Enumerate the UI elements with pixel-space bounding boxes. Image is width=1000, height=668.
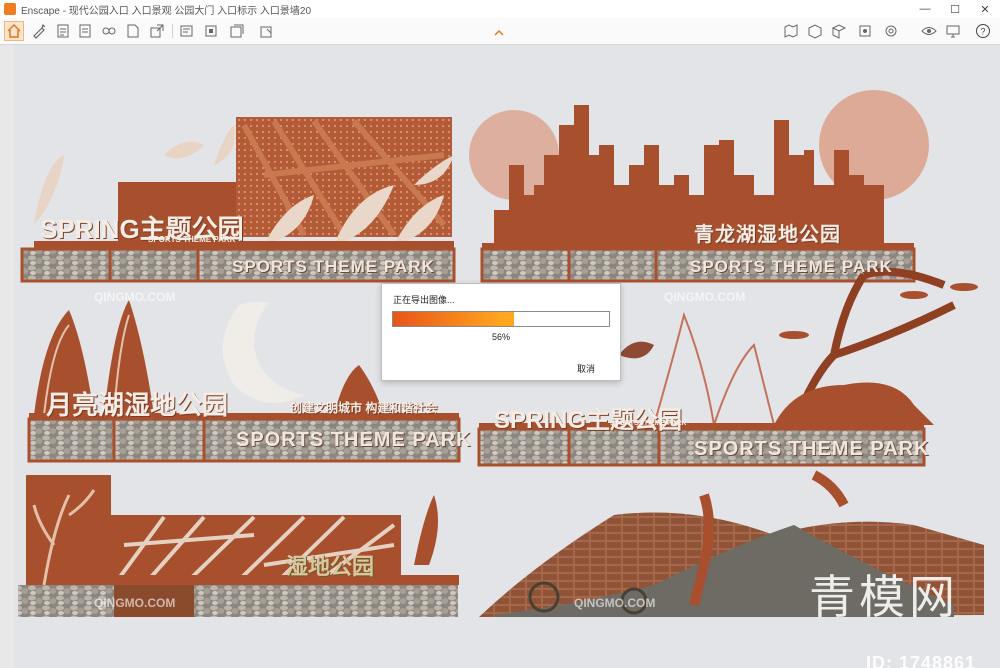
maximize-button[interactable]: ☐ — [940, 0, 970, 18]
watermark-small: QINGMO.COM — [664, 290, 745, 304]
watermark-small: QINGMO.COM — [94, 290, 175, 304]
asset-id-label: ID: 1748861 — [866, 653, 977, 668]
watermark-small: QINGMO.COM — [94, 596, 175, 610]
map-icon[interactable] — [782, 22, 800, 40]
box-icon[interactable] — [806, 22, 824, 40]
home-icon[interactable] — [4, 21, 24, 41]
panel-2-gabion-text: SPORTS THEME PARK — [690, 257, 893, 276]
layers-icon[interactable] — [178, 22, 196, 40]
panel-4-title: SPRING主题公园 — [494, 407, 683, 434]
export-progress-dialog: 正在导出图像... 56% 取消 — [381, 283, 621, 381]
close-button[interactable]: ✕ — [970, 0, 1000, 18]
document-icon[interactable] — [54, 22, 72, 40]
dialog-title: 正在导出图像... — [393, 295, 455, 305]
help-label: ? — [980, 27, 985, 37]
chevron-up-icon[interactable] — [490, 24, 508, 42]
help-icon[interactable]: ? — [974, 22, 992, 40]
window-title: Enscape - 现代公园入口 入口景观 公园大门 入口标示 入口景墙20 — [21, 5, 312, 17]
settings-icon[interactable] — [882, 22, 900, 40]
file-icon[interactable] — [124, 22, 142, 40]
panel-3-title: 月亮湖湿地公园 — [46, 390, 229, 420]
panel-2-title: 青龙湖湿地公园 — [694, 224, 841, 246]
progress-fill — [393, 312, 514, 326]
link-icon[interactable] — [100, 22, 118, 40]
enscape-logo-icon — [4, 3, 16, 15]
minimize-button[interactable]: — — [910, 0, 940, 18]
panel-5-title: 湿地公园 — [286, 554, 375, 579]
document-icon[interactable] — [76, 22, 94, 40]
cube-icon[interactable] — [830, 22, 848, 40]
eye-icon[interactable] — [920, 22, 938, 40]
monitor-icon[interactable] — [944, 22, 962, 40]
cube-frame-icon[interactable] — [258, 22, 276, 40]
panel-1-gabion-text: SPORTS THEME PARK — [232, 257, 435, 276]
panel-1-subtitle: SPORTS THEME PARK — [148, 235, 236, 244]
toolbar: ? — [0, 18, 1000, 45]
panel-4-gabion-text: SPORTS THEME PARK — [694, 438, 930, 460]
panel-4-subtitle: SPORTS THEME PARK — [610, 420, 687, 427]
watermark-big: 青模网 — [809, 570, 959, 624]
sign-panel-2 — [469, 90, 929, 283]
cube-icon[interactable] — [202, 22, 220, 40]
panel-3-slogan: 创建文明城市 构建和谐社会 — [290, 401, 438, 415]
watermark-small: QINGMO.COM — [574, 596, 655, 610]
cube-frame-icon[interactable] — [228, 22, 246, 40]
export-progress-bar — [392, 311, 610, 327]
pen-icon[interactable] — [30, 22, 48, 40]
progress-percent-label: 56% — [491, 332, 510, 342]
settings-icon[interactable] — [856, 22, 874, 40]
left-panel-strip — [0, 45, 14, 668]
panel-3-gabion-text: SPORTS THEME PARK — [236, 429, 472, 451]
title-bar: Enscape - 现代公园入口 入口景观 公园大门 入口标示 入口景墙20 —… — [0, 0, 1000, 19]
sign-panel-5 — [18, 475, 459, 617]
export-icon[interactable] — [148, 22, 166, 40]
cancel-button[interactable]: 取消 — [577, 362, 595, 375]
